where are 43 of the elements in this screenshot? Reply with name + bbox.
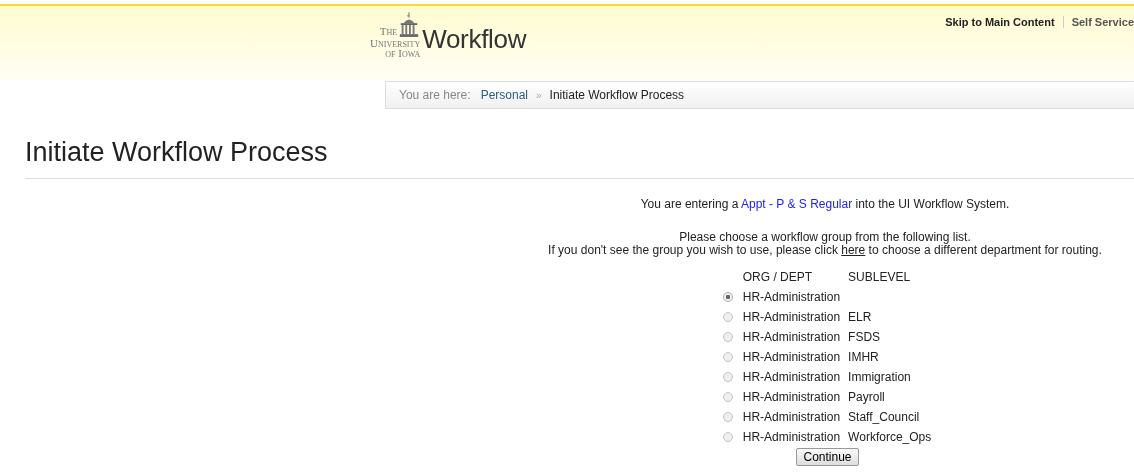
table-cell: ELR xyxy=(848,310,872,324)
table-cell: HR-Administration xyxy=(742,390,841,404)
breadcrumb-link[interactable]: Personal xyxy=(480,88,528,102)
table-cell: Staff_Council xyxy=(848,410,920,424)
intro-text: You are entering a Appt - P & S Regular into the UI Workflow System. xyxy=(639,196,1011,212)
logo-text: University xyxy=(370,38,421,48)
logo-wordmark: Workflow xyxy=(422,24,527,55)
radio-button[interactable] xyxy=(722,332,733,342)
radio-button[interactable] xyxy=(722,292,733,302)
radio-button[interactable] xyxy=(722,392,733,402)
form-type-link[interactable]: Appt - P & S Regular xyxy=(741,197,853,211)
instruction-text: Please choose a workflow group from the following list. xyxy=(678,231,972,244)
table-cell: HR-Administration xyxy=(742,350,841,364)
table-cell: Payroll xyxy=(848,390,885,404)
breadcrumb-label: You are here: xyxy=(399,88,471,102)
breadcrumb-separator: » xyxy=(536,89,542,101)
radio-button[interactable] xyxy=(722,432,733,442)
table-cell: IMHR xyxy=(848,350,879,364)
column-header: ORG / DEPT xyxy=(742,270,813,284)
table-cell: HR-Administration xyxy=(742,410,841,424)
radio-button[interactable] xyxy=(722,412,733,422)
radio-button[interactable] xyxy=(722,372,733,382)
table-cell: FSDS xyxy=(848,330,881,344)
utility-link[interactable]: Skip to Main Content xyxy=(945,16,1055,28)
table-cell: HR-Administration xyxy=(742,430,841,444)
table-cell: HR-Administration xyxy=(742,330,841,344)
instruction-text: If you don't see the group you wish to use, please click here to choose a different department for routing. xyxy=(547,244,1103,257)
column-header: SUBLEVEL xyxy=(848,270,911,284)
table-cell: HR-Administration xyxy=(742,370,841,384)
logo-text: The xyxy=(379,26,398,36)
table-cell: Immigration xyxy=(848,370,911,384)
breadcrumb-current: Initiate Workflow Process xyxy=(549,88,685,102)
table-cell: Workforce_Ops xyxy=(848,430,932,444)
here-link[interactable]: here xyxy=(841,243,866,257)
logo-text: of Iowa xyxy=(385,48,421,58)
table-cell: HR-Administration xyxy=(742,290,841,304)
continue-button[interactable]: Continue xyxy=(796,448,859,466)
capitol-icon xyxy=(398,12,421,38)
page-title: Initiate Workflow Process xyxy=(25,136,1134,179)
utility-link[interactable]: Self Service xyxy=(1071,16,1134,28)
radio-button[interactable] xyxy=(722,352,733,362)
table-cell: HR-Administration xyxy=(742,310,841,324)
radio-button[interactable] xyxy=(722,312,733,322)
